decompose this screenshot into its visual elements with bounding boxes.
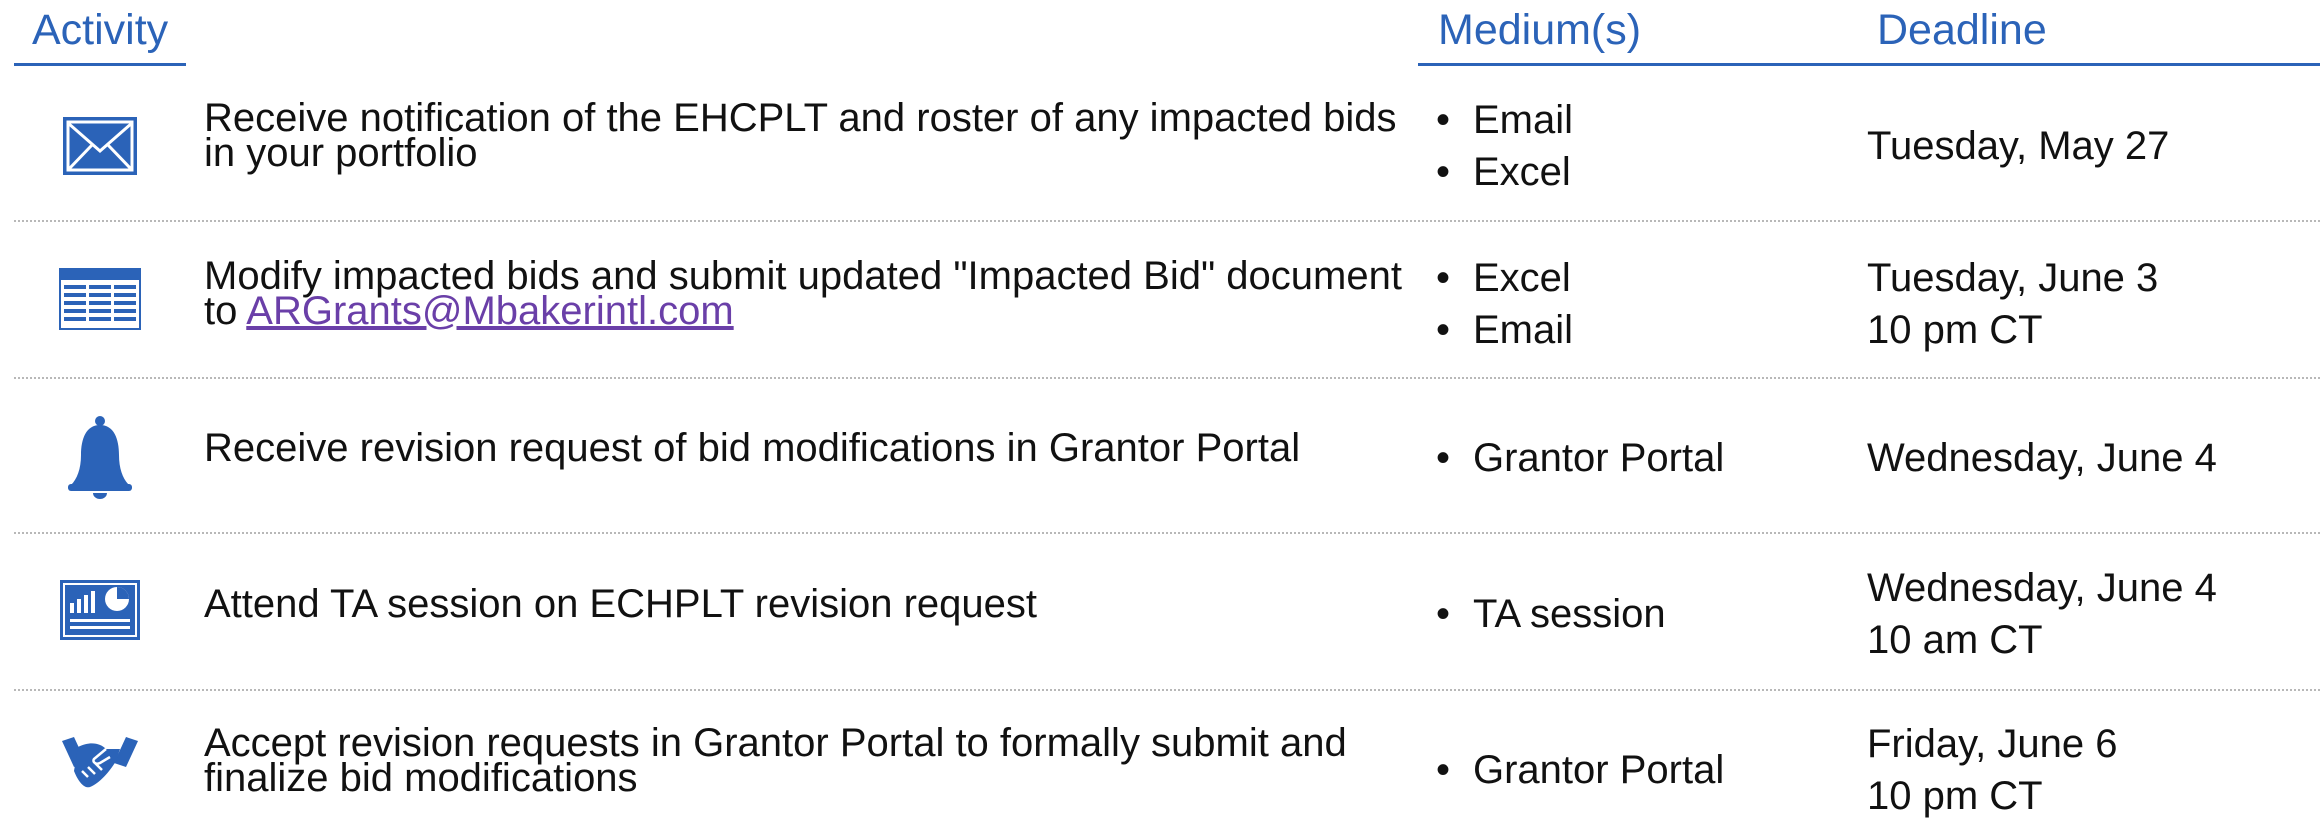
deadline-line: 10 am CT xyxy=(1867,618,2043,662)
medium-column-header: Medium(s) xyxy=(1438,6,1642,54)
deadline-text: Wednesday, June 4 10 am CT xyxy=(1867,562,2217,666)
row-divider xyxy=(14,532,2320,534)
envelope-icon xyxy=(58,104,142,188)
deadline-line: 10 pm CT xyxy=(1867,774,2043,818)
activity-text: Receive revision request of bid modifica… xyxy=(204,426,1301,470)
activity-column-header: Activity xyxy=(32,6,169,54)
deadline-line: Tuesday, May 27 xyxy=(1867,124,2170,168)
medium-list: Email Excel xyxy=(1436,94,1573,198)
activity-text: Modify impacted bids and submit updated … xyxy=(204,256,1404,331)
header-underline-activity xyxy=(14,63,186,66)
deadline-line: Wednesday, June 4 xyxy=(1867,436,2217,480)
deadline-line: Wednesday, June 4 xyxy=(1867,566,2217,610)
medium-list: TA session xyxy=(1436,588,1666,640)
medium-item: Excel xyxy=(1436,146,1573,198)
deadline-line: Friday, June 6 xyxy=(1867,722,2118,766)
medium-item: TA session xyxy=(1436,588,1666,640)
spreadsheet-icon xyxy=(58,257,142,341)
activity-text: Attend TA session on ECHPLT revision req… xyxy=(204,582,1038,626)
medium-list: Grantor Portal xyxy=(1436,432,1724,484)
medium-item: Grantor Portal xyxy=(1436,744,1724,796)
medium-list: Excel Email xyxy=(1436,252,1573,356)
handshake-icon xyxy=(58,724,142,808)
email-link[interactable]: ARGrants@Mbakerintl.com xyxy=(246,289,733,333)
medium-item: Grantor Portal xyxy=(1436,432,1724,484)
medium-item: Email xyxy=(1436,304,1573,356)
deadline-column-header: Deadline xyxy=(1877,6,2047,54)
medium-item: Email xyxy=(1436,94,1573,146)
deadline-text: Wednesday, June 4 xyxy=(1867,432,2217,484)
deadline-text: Tuesday, May 27 xyxy=(1867,120,2169,172)
activity-text: Accept revision requests in Grantor Port… xyxy=(204,721,1347,800)
row-divider xyxy=(14,689,2320,691)
deadline-text: Friday, June 6 10 pm CT xyxy=(1867,718,2118,822)
row-divider xyxy=(14,220,2320,222)
medium-list: Grantor Portal xyxy=(1436,744,1724,796)
deadline-text: Tuesday, June 3 10 pm CT xyxy=(1867,252,2158,356)
bell-icon xyxy=(58,415,142,499)
deadline-line: Tuesday, June 3 xyxy=(1867,256,2159,300)
header-underline-medium-deadline xyxy=(1418,63,2320,66)
presentation-chart-icon xyxy=(58,568,142,652)
row-divider xyxy=(14,377,2320,379)
medium-item: Excel xyxy=(1436,252,1573,304)
deadline-line: 10 pm CT xyxy=(1867,308,2043,352)
activity-text: Receive notification of the EHCPLT and r… xyxy=(204,96,1397,175)
